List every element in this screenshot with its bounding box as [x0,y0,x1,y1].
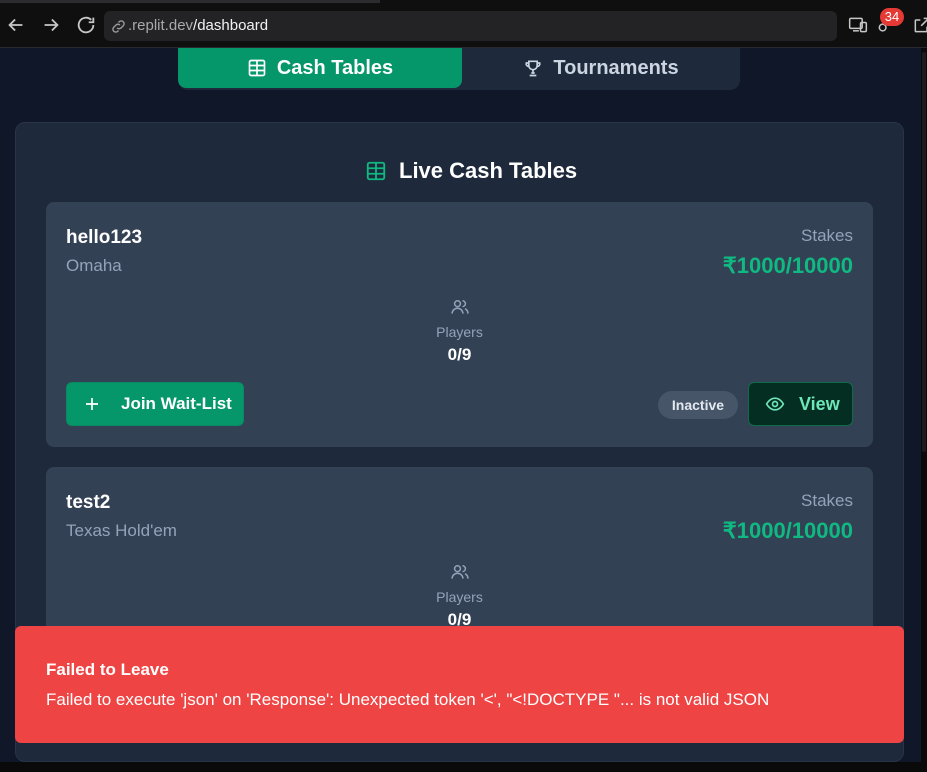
status-badge: Inactive [658,391,738,419]
table-icon [366,161,386,181]
reload-button[interactable] [75,14,97,36]
users-icon [450,562,470,582]
toast-description: Failed to execute 'json' on 'Response': … [46,690,770,709]
table-card: hello123 Omaha Stakes ₹1000/10000 Player… [46,202,873,447]
panel-title: Live Cash Tables [365,157,577,185]
stakes-label: Stakes [801,226,853,245]
scrollbar-thumb[interactable] [922,52,926,452]
tab-strip [0,0,927,3]
address-bar[interactable]: .replit.dev/dashboard [104,11,837,41]
browser-toolbar: .replit.dev/dashboard 34 [0,0,927,48]
url-path: /dashboard [193,17,269,34]
join-wait-list-button[interactable]: Join Wait-List [66,382,244,426]
table-type-tabs: Cash Tables Tournaments [178,48,740,90]
stakes-label: Stakes [801,491,853,510]
game-type: Texas Hold'em [66,521,177,540]
stakes-value: ₹1000/10000 [722,253,853,278]
extensions-badge: 34 [880,8,904,26]
users-icon [450,297,470,317]
window-bottom-edge [0,762,927,772]
panel-title-text: Live Cash Tables [399,158,578,183]
back-button[interactable] [5,14,27,36]
tab-tournaments[interactable]: Tournaments [462,48,740,88]
toast-title: Failed to Leave [46,660,169,679]
arrow-left-icon [8,18,23,32]
link-icon [110,18,127,35]
open-external-button[interactable] [912,15,927,35]
url-text: .replit.dev/dashboard [128,17,268,35]
players-count: 0/9 [447,345,472,364]
external-link-icon [914,17,927,33]
view-button-label: View [799,393,840,414]
plus-icon [86,398,98,410]
stakes-value: ₹1000/10000 [722,518,853,543]
eye-icon [765,397,785,411]
devices-icon [848,17,868,33]
table-name: test2 [66,492,111,513]
trophy-icon [525,60,542,77]
error-toast[interactable]: Failed to Leave Failed to execute 'json'… [15,626,904,743]
active-browser-tab[interactable] [0,0,380,3]
forward-button[interactable] [40,14,62,36]
tab-cash-tables[interactable]: Cash Tables [178,48,462,88]
players-label: Players [436,589,483,605]
players-label: Players [436,324,483,340]
device-toggle-button[interactable] [848,15,868,35]
view-button[interactable]: View [748,382,853,426]
tab-label: Cash Tables [276,56,394,79]
url-host: .replit.dev [128,17,194,34]
arrow-right-icon [44,18,59,32]
join-button-label: Join Wait-List [121,394,232,413]
game-type: Omaha [66,256,122,275]
table-name: hello123 [66,227,143,248]
tab-label: Tournaments [553,56,679,79]
table-icon [248,59,266,77]
reload-icon [77,16,95,34]
